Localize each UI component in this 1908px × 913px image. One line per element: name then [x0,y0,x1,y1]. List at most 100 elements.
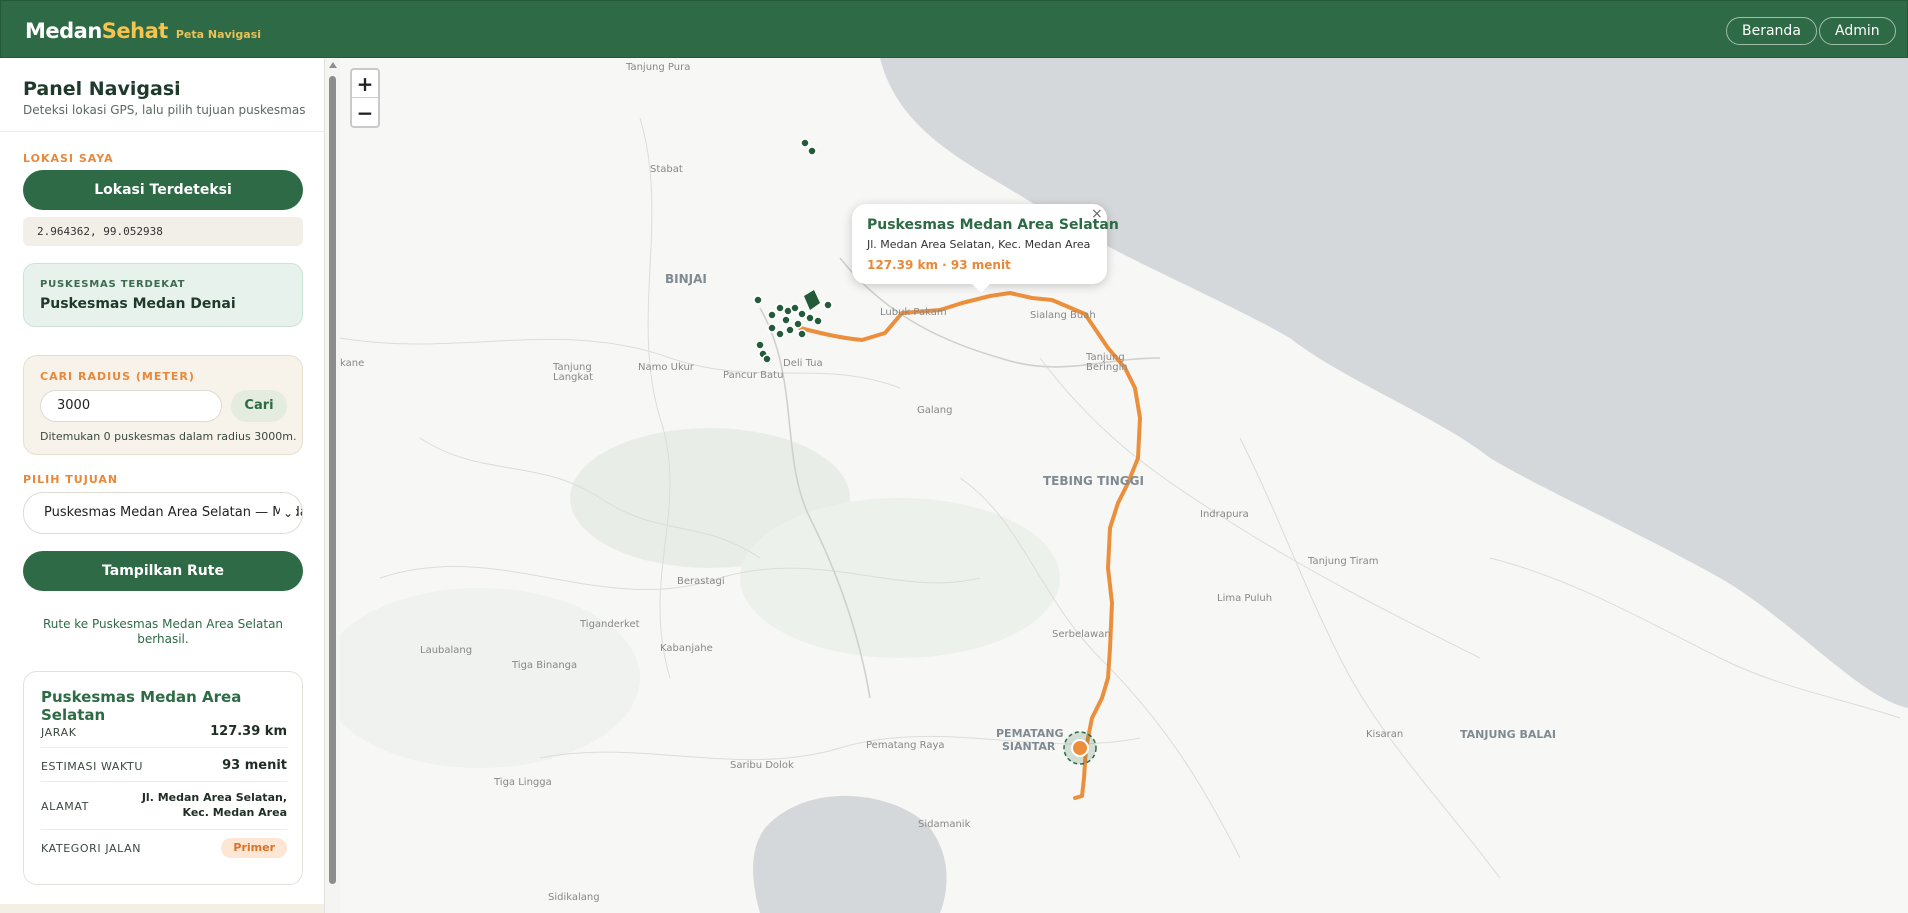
detect-location-button[interactable]: Lokasi Terdeteksi [23,170,303,210]
panel-subtitle: Deteksi lokasi GPS, lalu pilih tujuan pu… [23,103,306,117]
route-status-message: Rute ke Puskesmas Medan Area Selatan ber… [42,617,284,646]
place-label: Sialang Buah [1030,310,1096,321]
place-label: Deli Tua [783,358,823,369]
popup-distance-time: 127.39 km · 93 menit [867,258,1011,272]
popup-address: Jl. Medan Area Selatan, Kec. Medan Area [867,238,1091,251]
location-section-label: LOKASI SAYA [23,152,114,165]
place-label: Indrapura [1200,509,1249,520]
nav-beranda-button[interactable]: Beranda [1726,17,1817,45]
puskesmas-marker [823,300,833,310]
puskesmas-marker [797,309,807,319]
puskesmas-marker [767,323,777,333]
place-label: Sidikalang [548,892,600,903]
forest-area [340,588,640,768]
popup-title: Puskesmas Medan Area Selatan [867,217,1119,233]
map-canvas[interactable]: Tanjung Pura Stabat Lubuk Pakam Sialang … [340,58,1908,913]
address-label: ALAMAT [41,800,89,813]
place-label: Beringin [1086,362,1128,373]
destination-section-label: PILIH TUJUAN [23,473,119,486]
panel-footer-strip [0,904,324,913]
place-label: Pancur Batu [723,370,783,381]
result-row-time: ESTIMASI WAKTU 93 menit [41,748,287,782]
place-label: Serbelawan [1052,629,1111,640]
destination-selected-value: Puskesmas Medan Area Selatan — Medan Are… [44,505,302,520]
place-label: Lubuk Pakam [880,307,947,318]
show-route-button[interactable]: Tampilkan Rute [23,551,303,591]
forest-area [740,498,1060,658]
radius-search-button[interactable]: Cari [231,390,287,422]
place-label: Tiga Binanga [511,660,577,671]
top-navbar: Medan Sehat Peta Navigasi Beranda Admin [0,0,1908,58]
place-label: Pematang Raya [866,740,945,751]
puskesmas-marker [775,329,785,339]
address-value: Jl. Medan Area Selatan, Kec. Medan Area [141,791,287,819]
lake-toba [753,795,947,913]
place-label: Langkat [553,372,593,383]
puskesmas-marker [775,303,785,313]
result-row-road-category: KATEGORI JALAN Primer [41,838,287,868]
destination-popup: × Puskesmas Medan Area Selatan Jl. Medan… [852,204,1119,293]
place-label: Lima Puluh [1217,593,1272,604]
radius-search-box: CARI RADIUS (METER) 3000 Cari Ditemukan … [23,355,303,455]
puskesmas-marker [781,315,791,325]
brand-logo[interactable]: Medan Sehat Peta Navigasi [25,19,261,43]
brand-name-accent: Sehat [101,19,169,43]
selected-destination-marker [804,290,820,310]
radius-result-note: Ditemukan 0 puskesmas dalam radius 3000m… [40,430,297,443]
place-label: kane [340,358,364,369]
puskesmas-marker [793,319,803,329]
place-label: Kabanjahe [660,643,713,654]
map-view[interactable]: Tanjung Pura Stabat Lubuk Pakam Sialang … [340,58,1908,913]
scrollbar-thumb[interactable] [329,76,336,884]
road-category-badge: Primer [221,838,287,858]
distance-label: JARAK [41,726,77,739]
zoom-control: + − [350,68,380,128]
time-value: 93 menit [222,758,287,773]
panel-title: Panel Navigasi [23,78,181,100]
radius-input[interactable]: 3000 [40,390,222,422]
puskesmas-marker [813,316,823,326]
place-label: Tanjung Tiram [1307,556,1378,567]
place-label: Sidamanik [918,819,971,830]
radius-label: CARI RADIUS (METER) [40,370,195,383]
nearest-puskesmas-box: PUSKESMAS TERDEKAT Puskesmas Medan Denai [23,263,303,327]
puskesmas-marker [800,138,810,148]
nearest-label: PUSKESMAS TERDEKAT [40,279,186,290]
place-label: Stabat [650,164,683,175]
puskesmas-marker [785,325,795,335]
city-label: SIANTAR [1002,740,1056,753]
place-label: Berastagi [677,576,725,587]
city-label: TANJUNG BALAI [1460,728,1556,741]
zoom-out-button[interactable]: − [352,99,378,127]
puskesmas-marker [805,313,815,323]
place-label: Tanjung Pura [625,62,690,73]
city-label: PEMATANG [996,727,1064,740]
result-row-address: ALAMAT Jl. Medan Area Selatan, Kec. Meda… [41,782,287,830]
brand-name: Medan [25,19,102,43]
route-result-card: Puskesmas Medan Area Selatan JARAK 127.3… [23,671,303,885]
panel-scrollbar[interactable] [328,62,337,884]
puskesmas-marker [767,310,777,320]
popup-tip [971,283,991,293]
distance-value: 127.39 km [210,724,287,739]
puskesmas-marker [797,329,807,339]
place-label: Tiganderket [579,619,640,630]
place-label: Laubalang [420,645,472,656]
destination-select[interactable]: Puskesmas Medan Area Selatan — Medan Are… [23,492,303,534]
zoom-in-button[interactable]: + [352,70,378,98]
city-label: BINJAI [665,272,707,286]
coordinates-display: 2.964362, 99.052938 [23,217,303,246]
brand-subtitle: Peta Navigasi [175,28,262,41]
nav-admin-button[interactable]: Admin [1819,17,1896,45]
place-label: Namo Ukur [638,362,695,373]
user-location-marker [1071,739,1089,757]
place-label: Galang [917,405,952,416]
place-label: Saribu Dolok [730,760,794,771]
place-label: Kisaran [1366,729,1403,740]
scroll-up-arrow-icon[interactable] [329,62,337,68]
panel-header: Panel Navigasi Deteksi lokasi GPS, lalu … [0,58,324,132]
result-row-distance: JARAK 127.39 km [41,714,287,748]
puskesmas-marker [753,295,763,305]
puskesmas-marker [755,340,765,350]
chevron-down-icon: ⌄ [280,493,296,533]
